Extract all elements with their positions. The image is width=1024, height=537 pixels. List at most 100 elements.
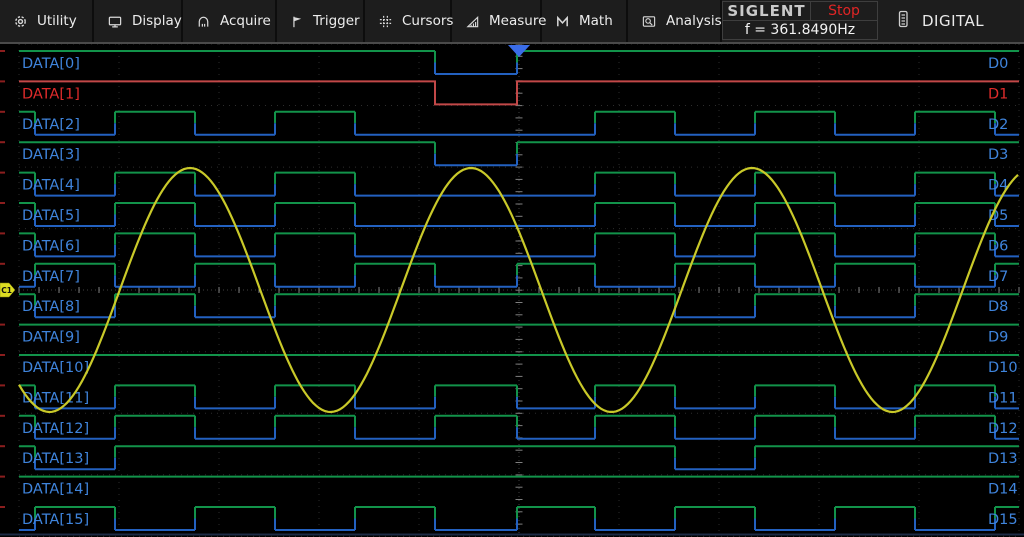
brand-box: SIGLENT Stop f = 361.8490Hz (722, 1, 878, 40)
chip-icon (896, 10, 910, 33)
digital-trace-D12-high (19, 416, 995, 428)
channel-label-right[interactable]: D3 (988, 147, 1008, 163)
digital-trace-D13-low (35, 458, 755, 470)
digital-mode-label: DIGITAL (922, 12, 984, 30)
channel-label-right[interactable]: D7 (988, 269, 1008, 285)
menu-item-label: Acquire (220, 13, 271, 29)
waveform-display: DATA[0] D0 DATA[1] D1 DATA[2] D2 DATA[3] D3 DATA… (0, 44, 1024, 537)
digital-trace-D4-high (19, 173, 995, 185)
menu-item-acquire[interactable]: Acquire (183, 0, 277, 42)
channel-label-left[interactable]: DATA[9] (22, 330, 80, 346)
menu-item-label: Utility (37, 13, 77, 29)
menu-item-label: Math (579, 13, 613, 29)
menu-item-math[interactable]: Math (542, 0, 628, 42)
channel-label-right[interactable]: D0 (988, 56, 1008, 72)
gear-icon (13, 14, 28, 29)
digital-trace-D3-high (19, 142, 1019, 154)
digital-trace-D12-low (35, 427, 1019, 439)
digital-trace-D7-high (35, 264, 1019, 276)
channel-position-tick (0, 232, 5, 234)
channel-label-right[interactable]: D2 (988, 117, 1008, 133)
flag-icon (290, 14, 304, 29)
digital-trace-D2-high (19, 112, 995, 124)
channel-label-left[interactable]: DATA[8] (22, 299, 80, 315)
channel-label-right[interactable]: D11 (988, 390, 1018, 406)
digital-trace-D15-low (19, 519, 995, 531)
channel-position-tick (0, 263, 5, 265)
digital-trace-D2-low (35, 123, 1019, 135)
channel-label-left[interactable]: DATA[4] (22, 178, 80, 194)
channel-label-left[interactable]: DATA[0] (22, 56, 80, 72)
channel-position-tick (0, 415, 5, 417)
digital-trace-D3-low (435, 154, 517, 166)
menu-item-utility[interactable]: Utility (0, 0, 94, 42)
probe-icon (196, 14, 211, 29)
channel-label-left[interactable]: DATA[6] (22, 238, 80, 254)
menu-item-display[interactable]: Display (94, 0, 183, 42)
menu-item-label: Display (132, 13, 182, 29)
channel-label-left[interactable]: DATA[14] (22, 482, 89, 498)
menu-item-label: Trigger (313, 13, 360, 29)
magnifier-icon (641, 14, 657, 29)
channel-label-right[interactable]: D14 (988, 482, 1018, 498)
channel-position-tick (0, 354, 5, 356)
bottom-separator (0, 534, 1024, 536)
trigger-frequency-readout: f = 361.8490Hz (723, 21, 877, 39)
channel-position-tick (0, 202, 5, 204)
digital-trace-D8-high (19, 294, 1019, 306)
channel-label-right[interactable]: D15 (988, 512, 1018, 528)
channel-label-left[interactable]: DATA[12] (22, 421, 89, 437)
digital-trace-D6-high (19, 233, 995, 245)
channel-position-tick (0, 445, 5, 447)
channel-label-right[interactable]: D10 (988, 360, 1018, 376)
channel-label-right[interactable]: D9 (988, 330, 1008, 346)
digital-trace-D15-high (35, 507, 1019, 519)
monitor-icon (107, 14, 123, 29)
cursors-icon (378, 14, 393, 29)
oscilloscope-screen: { "menu": { "items": [ {"id":"utility","… (0, 0, 1024, 537)
channel-label-right[interactable]: D12 (988, 421, 1018, 437)
menu-item-label: Analysis (666, 13, 722, 29)
channel-label-right[interactable]: D1 (988, 86, 1008, 102)
channel-label-left[interactable]: DATA[5] (22, 208, 80, 224)
channel-position-tick (0, 141, 5, 143)
digital-trace-D0-low (435, 63, 517, 75)
channel-position-tick (0, 50, 5, 52)
acquisition-status: Stop (811, 2, 877, 21)
channel-label-right[interactable]: D6 (988, 238, 1008, 254)
menu-item-trigger[interactable]: Trigger (277, 0, 365, 42)
menu-item-analysis[interactable]: Analysis (628, 0, 722, 42)
analog-channel-marker-label: C1 (1, 286, 12, 295)
channel-label-left[interactable]: DATA[7] (22, 269, 80, 285)
channel-label-left[interactable]: DATA[13] (22, 451, 89, 467)
channel-position-tick (0, 111, 5, 113)
digital-trace-D4-low (35, 184, 1019, 196)
channel-label-left[interactable]: DATA[1] (22, 86, 80, 102)
channel-label-left[interactable]: DATA[2] (22, 117, 80, 133)
channel-label-left[interactable]: DATA[3] (22, 147, 80, 163)
menu-item-label: Measure (489, 13, 546, 29)
channel-label-right[interactable]: D8 (988, 299, 1008, 315)
menu-item-measure[interactable]: Measure (452, 0, 542, 42)
menu-item-digital[interactable]: DIGITAL (878, 0, 1024, 42)
channel-label-left[interactable]: DATA[15] (22, 512, 89, 528)
digital-trace-D13-high (19, 446, 1019, 458)
brand-block: SIGLENT Stop f = 361.8490Hz (722, 0, 878, 42)
menu-item-cursors[interactable]: Cursors (365, 0, 452, 42)
digital-trace-D5-low (35, 215, 1019, 227)
math-icon (555, 14, 570, 29)
channel-position-tick (0, 506, 5, 508)
menubar: UtilityDisplayAcquireTriggerCursorsMeasu… (0, 0, 1024, 44)
menu-item-label: Cursors (402, 13, 453, 29)
brand-logo: SIGLENT (723, 2, 811, 21)
digital-trace-D11-high (19, 385, 995, 397)
digital-trace-D8-low (35, 306, 915, 318)
channel-position-tick (0, 384, 5, 386)
channel-label-left[interactable]: DATA[10] (22, 360, 89, 376)
channel-label-right[interactable]: D13 (988, 451, 1018, 467)
channel-position-tick (0, 324, 5, 326)
plot-area: DATA[0] D0 DATA[1] D1 DATA[2] D2 DATA[3] D3 DATA… (0, 44, 1024, 537)
channel-position-tick (0, 80, 5, 82)
channel-position-tick (0, 476, 5, 478)
ruler-icon (465, 14, 480, 29)
